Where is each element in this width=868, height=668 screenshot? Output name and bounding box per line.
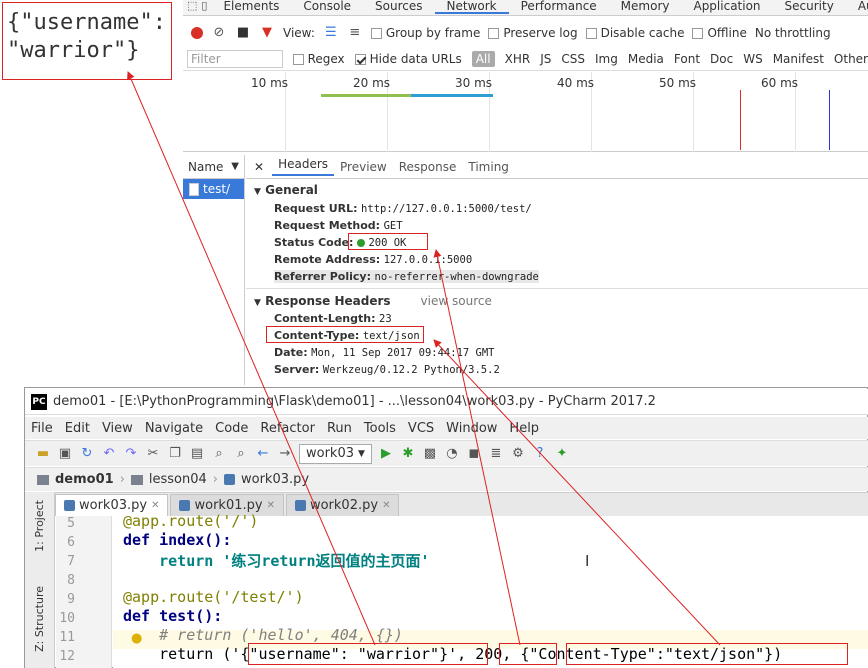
annotation-arrows — [127, 71, 721, 646]
arrow-body-to-note — [127, 71, 376, 646]
arrow-header-to-content-type — [433, 339, 721, 646]
arrow-code-to-status — [433, 249, 521, 646]
